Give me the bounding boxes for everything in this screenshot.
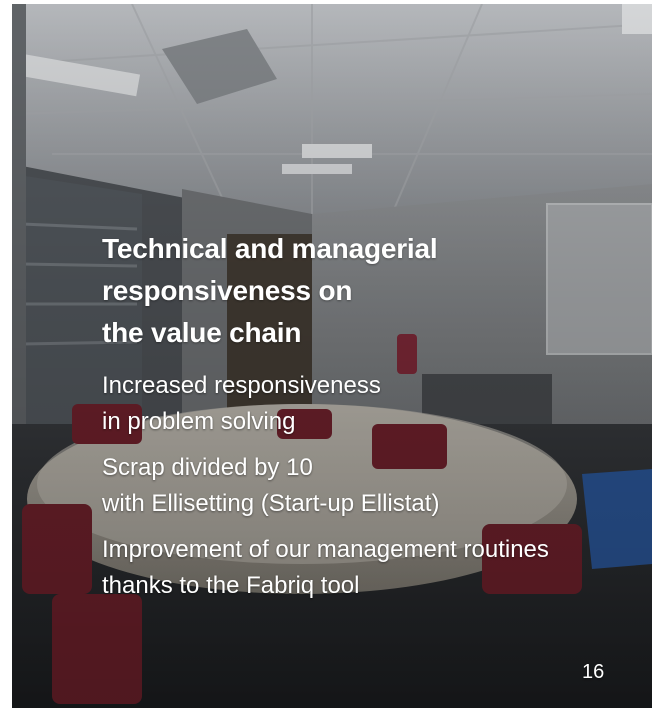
point-line: Improvement of our management routines: [102, 536, 549, 563]
slide: Technical and managerial responsiveness …: [12, 4, 652, 708]
slide-title: Technical and managerial responsiveness …: [102, 228, 642, 354]
point-line: in problem solving: [102, 408, 296, 435]
title-line: Technical and managerial: [102, 233, 438, 264]
point-responsiveness: Increased responsiveness in problem solv…: [102, 368, 642, 440]
point-line: with Ellisetting (Start-up Ellistat): [102, 490, 440, 517]
point-line: thanks to the Fabriq tool: [102, 572, 360, 599]
title-line: responsiveness on: [102, 275, 353, 306]
title-line: the value chain: [102, 317, 302, 348]
slide-content: Technical and managerial responsiveness …: [102, 228, 642, 614]
point-line: Increased responsiveness: [102, 372, 381, 399]
point-management-routines: Improvement of our management routines t…: [102, 532, 642, 604]
page-number: 16: [582, 661, 605, 683]
point-line: Scrap divided by 10: [102, 454, 313, 481]
point-scrap: Scrap divided by 10 with Ellisetting (St…: [102, 450, 642, 522]
